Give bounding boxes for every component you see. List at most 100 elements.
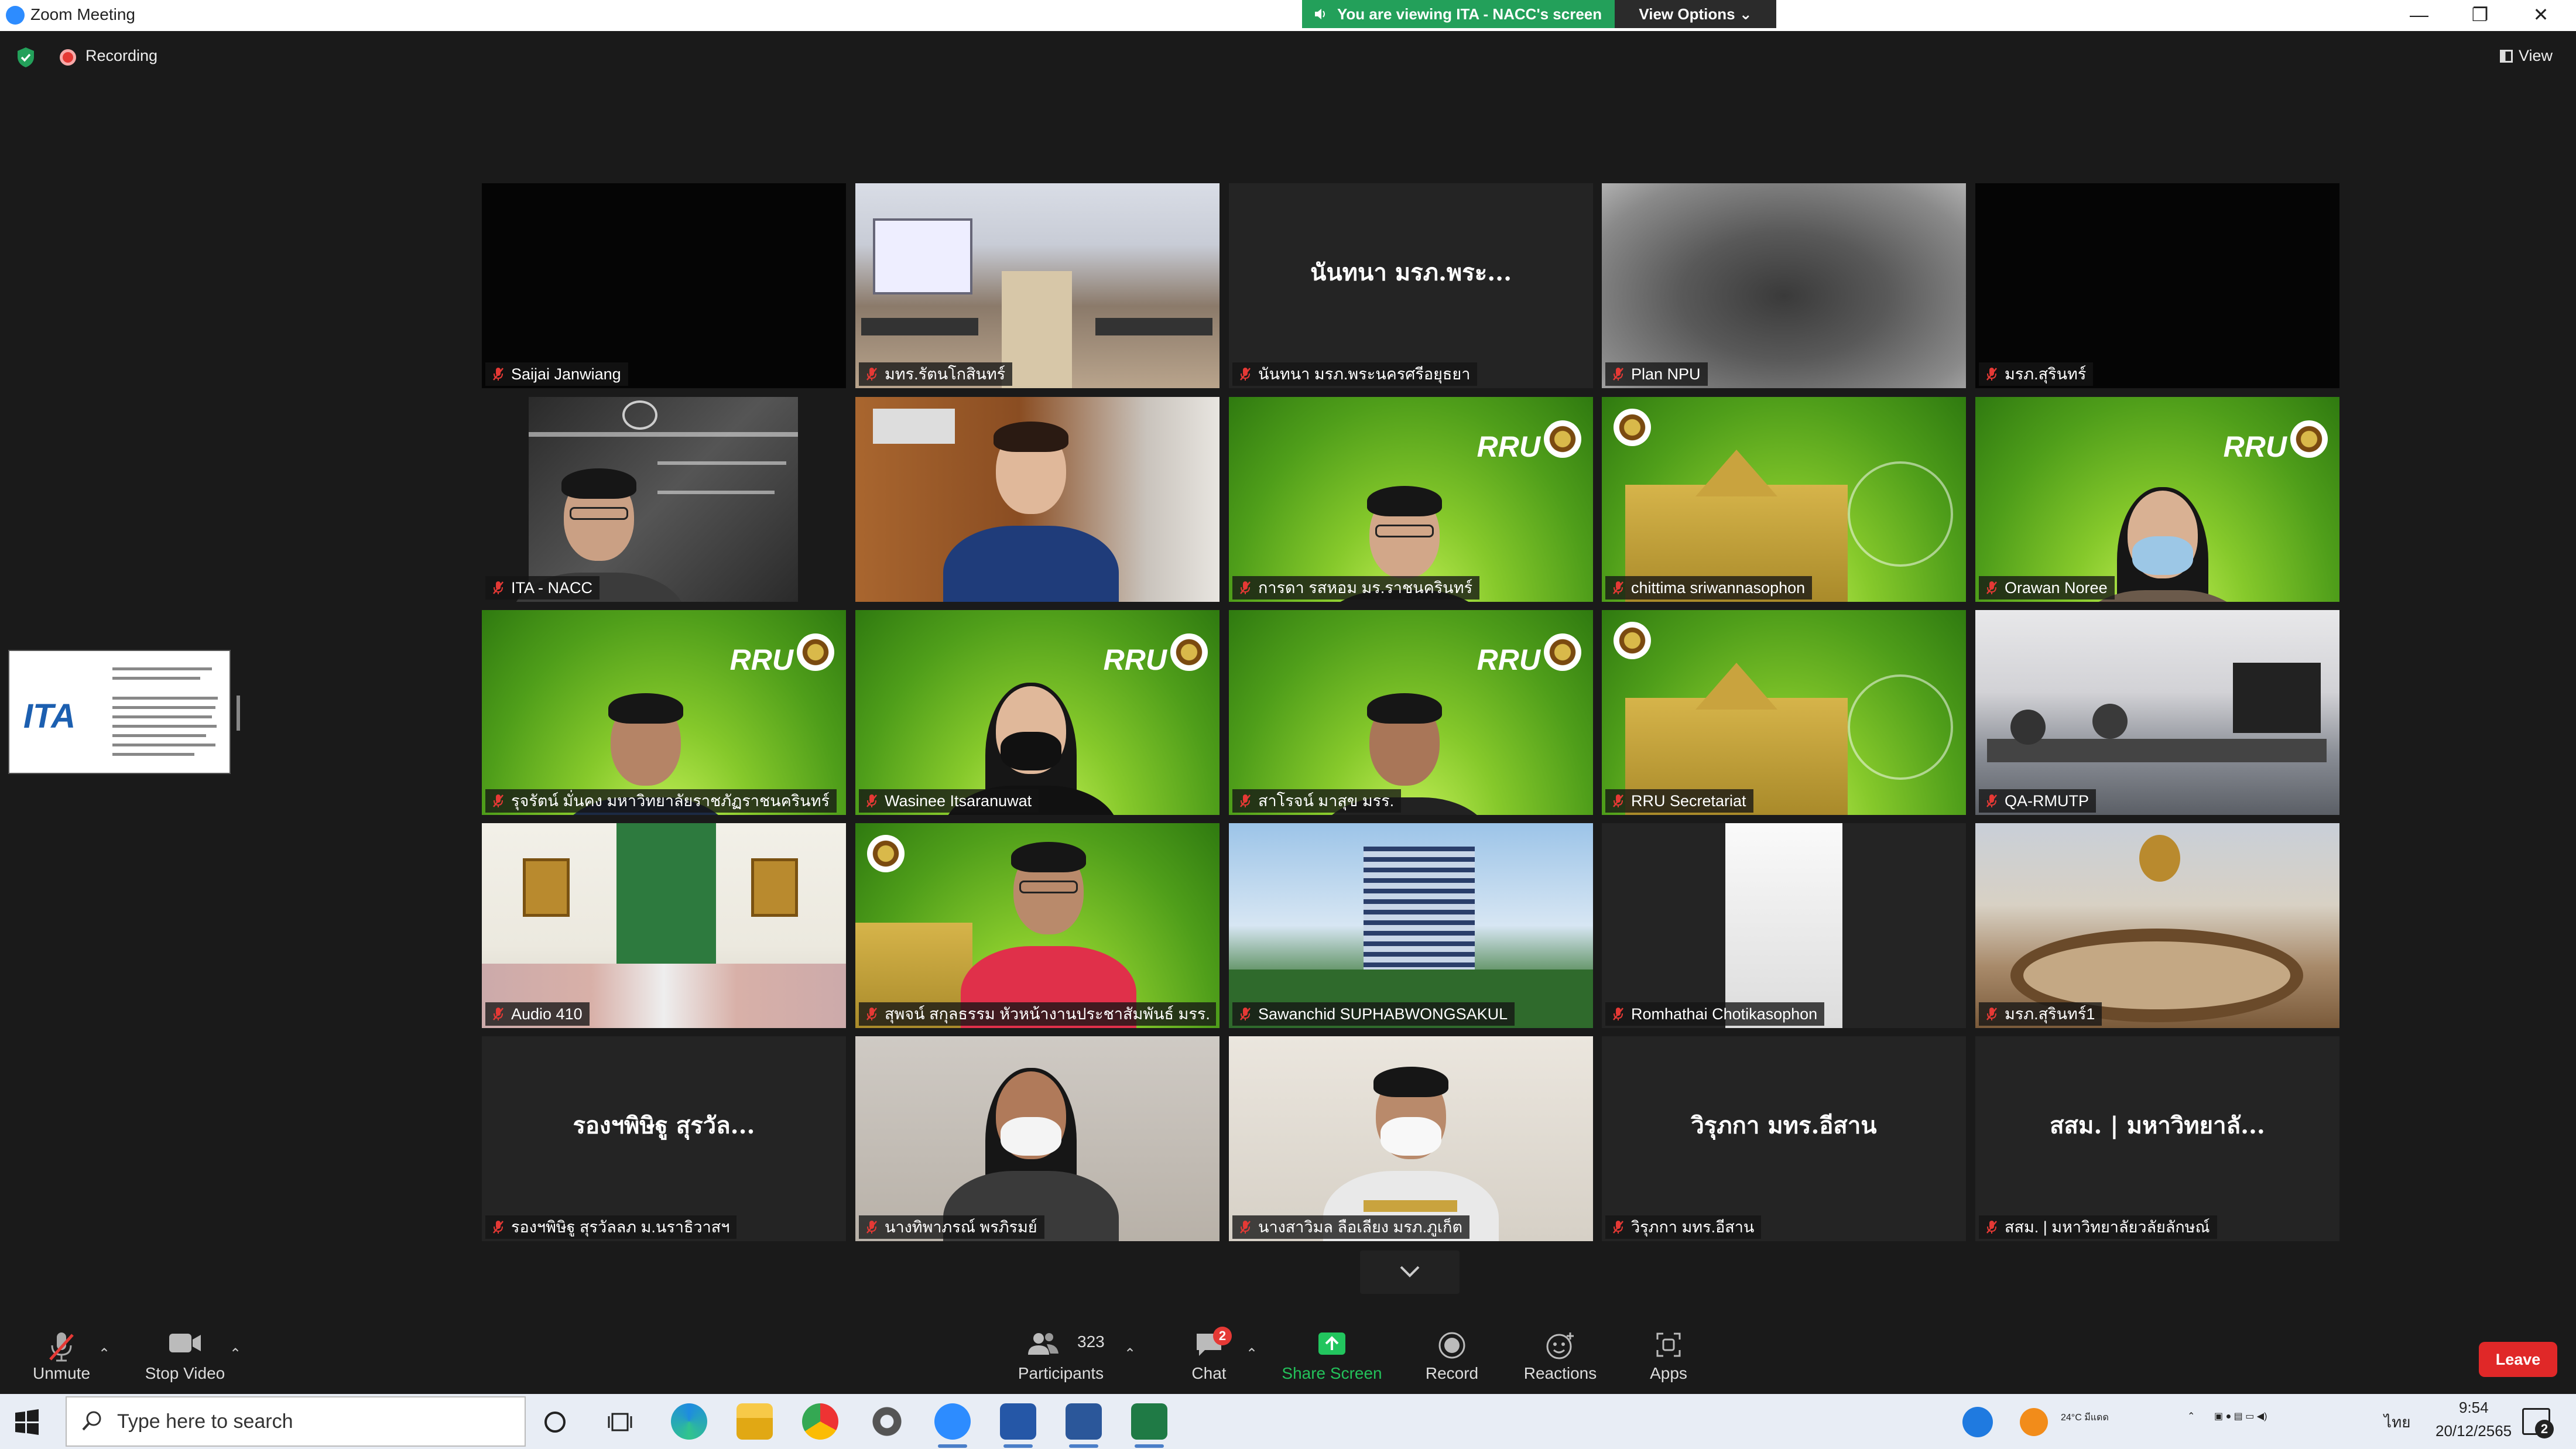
participant-tile[interactable]: QA-RMUTP [1975,610,2339,815]
input-language[interactable]: ไทย [2384,1410,2410,1434]
taskbar-search-box[interactable]: Type here to search [66,1396,526,1447]
participant-tile[interactable]: สุพจน์ สกุลธรรม หัวหน้างานประชาสัมพันธ์ … [855,823,1220,1028]
recording-icon[interactable] [60,49,76,66]
view-button[interactable]: View [2500,47,2553,65]
participants-options-caret[interactable]: ⌃ [1124,1345,1136,1362]
edge-browser-icon[interactable] [671,1403,707,1440]
gallery-next-page-button[interactable] [1360,1251,1460,1294]
excel-icon[interactable] [1131,1403,1167,1448]
share-screen-label: Share Screen [1282,1364,1382,1382]
participant-tile[interactable]: RRU การดา รสหอม มร.ราชนครินทร์ [1229,397,1593,602]
participant-tile[interactable]: มรภ.สุรินทร์1 [1975,823,2339,1028]
participant-tile[interactable]: Sawanchid SUPHABWONGSAKUL [1229,823,1593,1028]
thumb-text-line [112,677,200,680]
clock-time[interactable]: 9:54 [2459,1399,2489,1417]
participant-tile[interactable]: RRU รุจรัตน์ มั่นคง มหาวิทยาลัยราชภัฏราชน… [482,610,846,815]
ita-logo: ITA [23,697,76,735]
view-label: View [2519,47,2553,64]
participant-tile[interactable]: มทร.รัตนโกสินทร์ [855,183,1220,388]
apps-button[interactable]: Apps [1639,1309,1698,1394]
participant-count: 323 [1077,1332,1105,1351]
participant-tile[interactable]: มรภ.สุรินทร์ [1975,183,2339,388]
unmute-button[interactable]: Unmute [18,1309,105,1394]
stop-video-button[interactable]: Stop Video [138,1309,232,1394]
task-view-icon[interactable] [607,1409,633,1435]
close-button[interactable]: ✕ [2512,1,2570,29]
viewing-banner-text: You are viewing ITA - NACC's screen [1337,5,1602,23]
cortana-icon[interactable] [542,1409,568,1435]
participant-tile[interactable]: วิรุภกา มทร.อีสาน วิรุภกา มทร.อีสาน [1602,1036,1966,1241]
weather-sun-icon[interactable] [2020,1408,2048,1436]
record-button[interactable]: Record [1417,1309,1487,1394]
reactions-smiley-icon [1546,1332,1574,1359]
participant-tile[interactable]: ITA - NACC [482,397,846,602]
participant-name: นันทนา มรภ.พระนครศรีอยุธยา [1258,365,1471,383]
participant-tile[interactable]: Plan NPU [1602,183,1966,388]
participant-name-label: นางสาวิมล ลือเลียง มรภ.ภูเก็ต [1232,1215,1469,1239]
participant-name-label: มรภ.สุรินทร์1 [1979,1002,2102,1026]
share-screen-button[interactable]: Share Screen [1276,1309,1388,1394]
participant-tile[interactable]: chittima sriwannasophon [1602,397,1966,602]
participant-tile[interactable]: Saijai Janwiang [482,183,846,388]
participant-name: Sawanchid SUPHABWONGSAKUL [1258,1005,1508,1023]
participants-button[interactable]: 323 Participants [1008,1309,1114,1394]
thumbnail-resize-handle[interactable] [237,696,240,731]
word-doc-icon[interactable] [1000,1403,1036,1448]
participant-tile[interactable]: รองฯพิษิฐู สุรวัล... รองฯพิษิฐู สุรวัลลภ … [482,1036,846,1241]
file-explorer-icon[interactable] [737,1403,773,1440]
participant-tile[interactable]: RRU สาโรจน์ มาสุข มรร. [1229,610,1593,815]
zoom-app-icon [6,6,25,25]
apps-label: Apps [1650,1364,1687,1382]
chat-options-caret[interactable]: ⌃ [1246,1345,1258,1362]
participant-name: สาโรจน์ มาสุข มรร. [1258,792,1395,810]
participants-icon [1028,1333,1059,1355]
participant-name: QA-RMUTP [2005,792,2089,810]
maximize-button[interactable]: ❐ [2451,1,2509,29]
participant-tile[interactable]: Romhathai Chotikasophon [1602,823,1966,1028]
participant-name-label: วิรุภกา มทร.อีสาน [1605,1215,1762,1239]
view-options-button[interactable]: View Options ⌄ [1615,0,1776,28]
help-icon[interactable] [1962,1407,1993,1437]
stop-video-label: Stop Video [145,1364,225,1382]
participant-name: นางสาวิมล ลือเลียง มรภ.ภูเก็ต [1258,1218,1462,1236]
participant-name-label: มรภ.สุรินทร์ [1979,362,2094,386]
leave-button[interactable]: Leave [2479,1342,2557,1377]
tray-app-icons[interactable]: ▣ ● ▤ ▭ ◀) [2214,1410,2267,1422]
participant-name-label: สุพจน์ สกุลธรรม หัวหน้างานประชาสัมพันธ์ … [859,1002,1216,1026]
windows-start-icon[interactable] [14,1409,40,1435]
settings-gear-icon[interactable] [869,1403,905,1440]
reactions-button[interactable]: Reactions [1516,1309,1604,1394]
zoom-taskbar-icon[interactable] [934,1403,971,1448]
video-options-caret[interactable]: ⌃ [229,1345,241,1362]
chrome-icon[interactable] [802,1403,838,1440]
clock-date[interactable]: 20/12/2565 [2435,1422,2512,1440]
thumb-text-line [112,753,194,756]
participant-tile[interactable]: สสม. | มหาวิทยาลั... สสม. | มหาวิทยาลัยวล… [1975,1036,2339,1241]
participant-tile[interactable]: RRU Wasinee Itsaranuwat [855,610,1220,815]
participant-tile[interactable]: นางทิพาภรณ์ พรภิรมย์ [855,1036,1220,1241]
participant-tile[interactable]: RRU Secretariat [1602,610,1966,815]
chat-button[interactable]: 2 Chat [1177,1309,1241,1394]
shared-screen-thumbnail[interactable]: ITA [8,650,231,774]
recording-label[interactable]: Recording [85,47,157,65]
record-label: Record [1425,1364,1479,1382]
viewing-screen-banner: You are viewing ITA - NACC's screen [1302,0,1615,28]
word-icon[interactable] [1066,1403,1102,1448]
speaker-icon [1315,9,1325,19]
participant-name: รุจรัตน์ มั่นคง มหาวิทยาลัยราชภัฏราชนคริ… [511,792,830,810]
participant-name-label: Romhathai Chotikasophon [1605,1002,1825,1026]
participant-tile[interactable]: นันทนา มรภ.พระ... นันทนา มรภ.พระนครศรีอยุ… [1229,183,1593,388]
security-shield-icon[interactable] [16,47,35,68]
participant-tile[interactable]: นางสาวิมล ลือเลียง มรภ.ภูเก็ต [1229,1036,1593,1241]
participant-tile[interactable]: Audio 410 [482,823,846,1028]
participant-tile[interactable] [855,397,1220,602]
participant-name-label: RRU Secretariat [1605,789,1753,813]
tray-overflow-chevron-icon[interactable]: ⌃ [2187,1410,2195,1422]
chevron-down-icon [1400,1266,1420,1277]
participant-name: Wasinee Itsaranuwat [885,792,1032,810]
participant-name: การดา รสหอม มร.ราชนครินทร์ [1258,579,1473,597]
participant-tile[interactable]: RRU Orawan Noree [1975,397,2339,602]
minimize-button[interactable]: — [2390,1,2448,29]
weather-text[interactable]: 24°C มีแดด [2061,1410,2109,1425]
audio-options-caret[interactable]: ⌃ [98,1345,110,1362]
